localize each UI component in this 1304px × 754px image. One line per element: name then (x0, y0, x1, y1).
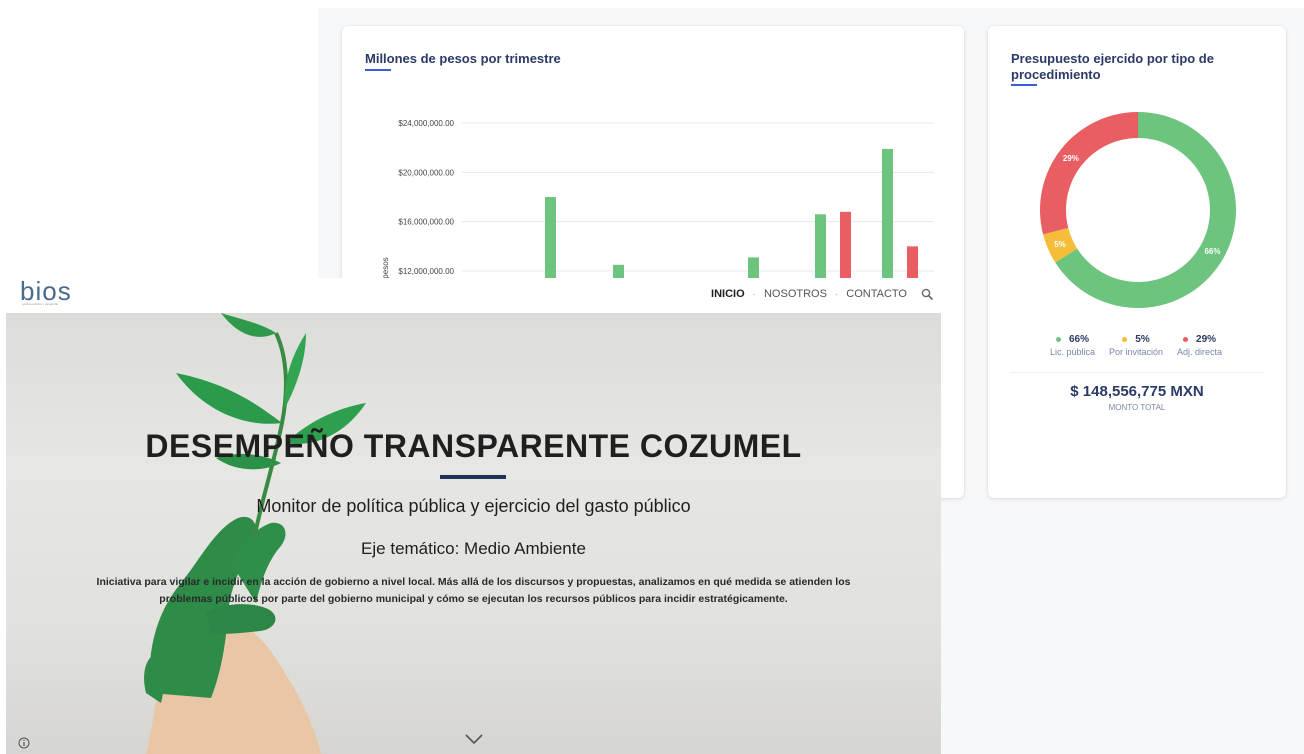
hero-title: DESEMPEÑO TRANSPARENTE COZUMEL (145, 428, 802, 464)
logo-tagline: política pública y desarrollo (22, 302, 59, 306)
total-amount-label: MONTO TOTAL (1108, 403, 1166, 412)
nav-inicio[interactable]: INICIO (711, 288, 745, 300)
legend-pct: 5% (1135, 334, 1150, 345)
legend-name: Por invitación (1108, 347, 1164, 357)
website-screenshot: bios política pública y desarrollo INICI… (6, 278, 941, 754)
donut-slice-label: 5% (1054, 240, 1066, 249)
chevron-down-icon[interactable] (464, 733, 484, 745)
legend-item-adj-directa[interactable]: 29% Adj. directa (1177, 334, 1222, 366)
legend-dot-red-icon (1183, 337, 1189, 342)
nav-nosotros[interactable]: NOSOTROS (764, 288, 827, 300)
plant-hand-image (144, 313, 366, 754)
total-amount: $ 148,556,775 MXN (1070, 383, 1204, 400)
hero-theme: Eje temático: Medio Ambiente (361, 539, 586, 558)
donut-slice-label: 29% (1063, 154, 1079, 163)
nav-separator: · (752, 288, 756, 300)
search-icon[interactable] (921, 288, 933, 300)
legend-name: Lic. pública (1049, 347, 1095, 357)
nav-contacto[interactable]: CONTACTO (846, 288, 907, 300)
donut-legend: 66% Lic. pública 5% Por invitación 29% A… (1010, 334, 1262, 366)
hero-description: Iniciativa para vigilar e incidir en la … (96, 576, 851, 605)
donut-card-divider (1010, 372, 1264, 373)
bios-logo[interactable]: bios (20, 278, 72, 304)
legend-dot-green-icon (1055, 337, 1061, 342)
legend-item-por-invitacion[interactable]: 5% Por invitación (1109, 334, 1163, 366)
hero-title-rule (440, 475, 506, 479)
legend-item-lic-publica[interactable]: 66% Lic. pública (1050, 334, 1095, 366)
hero-section: DESEMPEÑO TRANSPARENTE COZUMEL Monitor d… (6, 313, 941, 754)
main-nav: INICIO · NOSOTROS · CONTACTO (711, 288, 933, 300)
donut-slice-label: 66% (1204, 247, 1220, 256)
legend-pct: 29% (1196, 334, 1217, 345)
info-icon[interactable] (18, 737, 30, 749)
legend-dot-yellow-icon (1122, 337, 1128, 342)
nav-separator: · (834, 288, 839, 300)
donut-slice[interactable] (1040, 112, 1138, 235)
hero-subtitle: Monitor de política pública y ejercicio … (256, 496, 691, 516)
legend-pct: 66% (1068, 334, 1089, 345)
legend-name: Adj. directa (1177, 347, 1223, 357)
